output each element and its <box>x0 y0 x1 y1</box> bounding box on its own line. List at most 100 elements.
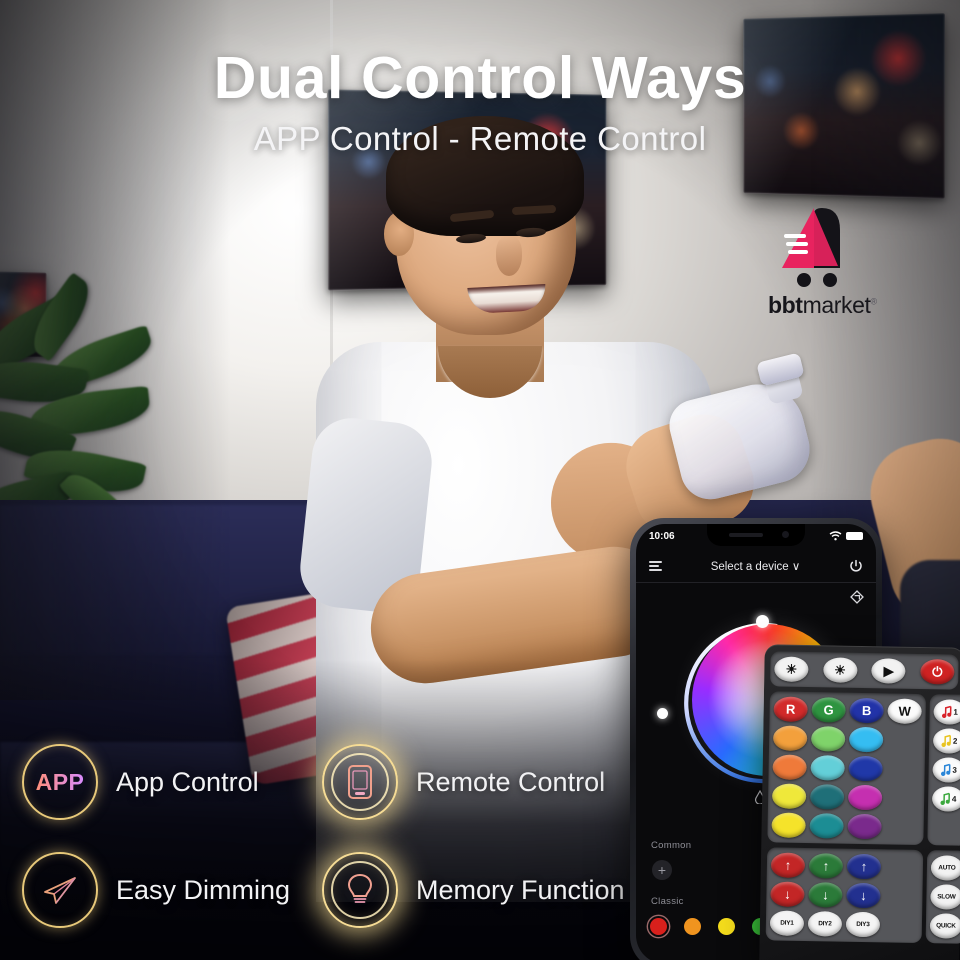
remote-color-row <box>772 725 921 753</box>
remote-button-quick[interactable]: QUICK <box>929 913 960 939</box>
remote-button-color-2-2[interactable] <box>847 784 883 811</box>
brand-name-light: market <box>802 292 871 318</box>
remote-rgbw-row: RGBW <box>773 696 922 725</box>
cart-logo-icon <box>782 208 840 287</box>
common-section-label: Common <box>651 840 692 851</box>
remote-button-red[interactable]: R <box>773 696 808 723</box>
paper-plane-icon <box>44 877 76 904</box>
app-text-badge: APP <box>35 768 85 795</box>
remote-color-pad: RGBW <box>767 691 926 846</box>
classic-swatch[interactable] <box>718 918 735 935</box>
subheadline: APP Control - Remote Control <box>253 120 707 157</box>
classic-swatch-row <box>650 918 769 935</box>
remote-button-brightness-down[interactable]: ☀ <box>822 657 858 683</box>
feature-easy-dimming[interactable]: Easy Dimming <box>22 852 290 928</box>
classic-swatch[interactable] <box>650 918 667 935</box>
remote-button-color-0-0[interactable] <box>772 725 808 752</box>
battery-icon <box>846 532 863 540</box>
remote-button-blue-up[interactable]: ↑ <box>846 853 882 880</box>
phone-notch <box>707 524 805 546</box>
lightbulb-icon <box>347 873 373 903</box>
headline: Dual Control Ways <box>213 45 747 111</box>
remote-button-music-2[interactable]: 2 <box>932 728 960 754</box>
remote-button-slow[interactable]: SLOW <box>930 884 960 910</box>
remote-button-diy3[interactable]: DIY3 <box>845 911 881 938</box>
remote-color-row <box>771 783 920 811</box>
remote-arrow-down-row: ↓ ↓ ↓ <box>770 881 918 909</box>
remote-music-row: 4 <box>931 786 960 812</box>
remote-music-row: 2 <box>932 728 960 754</box>
feature-memory-function[interactable]: Memory Function <box>322 852 625 928</box>
remote-button-color-0-1[interactable] <box>810 726 846 752</box>
remote-button-color-2-0[interactable] <box>771 783 807 810</box>
remote-button-blue-down[interactable]: ↓ <box>846 882 881 909</box>
diamond-rotate-icon[interactable] <box>850 590 864 604</box>
trademark-symbol: ® <box>870 296 877 307</box>
remote-button-color-3-0[interactable] <box>771 812 806 839</box>
device-selector-label: Select a device <box>710 561 789 573</box>
brand-name-bold: bbt <box>768 292 803 318</box>
remote-button-music-1[interactable]: 1 <box>933 699 960 725</box>
feature-icon-ring <box>22 852 98 928</box>
feature-app-control[interactable]: APP App Control <box>22 744 259 820</box>
remote-button-green-down[interactable]: ↓ <box>808 882 843 908</box>
remote-button-color-2-1[interactable] <box>809 784 845 810</box>
remote-button-red-down[interactable]: ↓ <box>770 881 805 908</box>
remote-button-color-1-1[interactable] <box>810 755 845 781</box>
remote-arrow-pad: ↑ ↑ ↑ ↓ ↓ ↓ DIY1 DIY2 DIY3 <box>765 847 924 944</box>
remote-music-row: 1 <box>933 699 960 725</box>
remote-button-diy2[interactable]: DIY2 <box>807 911 843 937</box>
remote-color-row <box>772 754 920 782</box>
feature-icon-ring <box>322 852 398 928</box>
feature-icon-ring <box>322 744 398 820</box>
remote-button-green-up[interactable]: ↑ <box>808 853 844 879</box>
remote-button-color-3-1[interactable] <box>809 813 844 839</box>
feature-label: Easy Dimming <box>116 874 291 905</box>
remote-button-green[interactable]: G <box>811 697 846 723</box>
remote-lower-split: ↑ ↑ ↑ ↓ ↓ ↓ DIY1 DIY2 DIY3 AUTO SLOW QUICK <box>765 847 960 944</box>
remote-button-brightness-up[interactable]: ☀ <box>774 656 809 683</box>
remote-button-color-1-2[interactable] <box>848 755 883 782</box>
remote-button-color-3-2[interactable] <box>847 813 882 840</box>
remote-top-row: ☀ ☀ ▶ ⏻ <box>774 656 955 685</box>
remote-diy-row: DIY1 DIY2 DIY3 <box>769 910 918 938</box>
remote-music-row: 3 <box>932 757 960 783</box>
classic-section-label: Classic <box>651 896 684 907</box>
remote-button-red-up[interactable]: ↑ <box>770 852 806 879</box>
color-wheel-handle[interactable] <box>756 615 769 628</box>
feature-icon-ring: APP <box>22 744 98 820</box>
remote-mode-pad: AUTO SLOW QUICK <box>925 850 960 944</box>
chevron-down-icon: ∨ <box>791 561 801 573</box>
nose <box>496 236 522 276</box>
brightness-slider-handle[interactable] <box>657 708 668 719</box>
add-color-button[interactable]: + <box>652 860 672 880</box>
remote-button-music-4[interactable]: 4 <box>931 786 960 812</box>
remote-button-diy1[interactable]: DIY1 <box>769 910 805 937</box>
remote-button-white[interactable]: W <box>887 698 922 725</box>
promo-image: Dual Control Ways APP Control - Remote C… <box>0 0 960 960</box>
remote-button-play-pause[interactable]: ▶ <box>871 658 906 684</box>
remote-mode-row: QUICK <box>929 913 960 939</box>
remote-button-blue[interactable]: B <box>849 697 884 724</box>
hamburger-icon[interactable] <box>649 561 662 571</box>
classic-swatch[interactable] <box>684 918 701 935</box>
device-selector[interactable]: Select a device ∨ <box>711 559 801 573</box>
remote-color-row <box>771 812 919 840</box>
brand-logo: bbtmarket® <box>768 206 938 324</box>
feature-label: App Control <box>116 766 259 797</box>
power-icon[interactable] <box>849 559 863 573</box>
wifi-icon <box>829 531 842 541</box>
remote-button-auto[interactable]: AUTO <box>930 855 960 881</box>
app-toolbar: Select a device ∨ <box>636 550 876 582</box>
brand-wordmark: bbtmarket® <box>768 292 938 319</box>
remote-button-power[interactable]: ⏻ <box>920 658 955 685</box>
feature-list: APP App Control Remote Control Easy Dimm… <box>22 744 642 944</box>
remote-icon <box>348 765 372 799</box>
feature-remote-control[interactable]: Remote Control <box>322 744 605 820</box>
remote-mode-row: AUTO <box>930 855 960 881</box>
remote-music-pad: 1 2 3 4 <box>927 694 960 846</box>
remote-button-music-3[interactable]: 3 <box>932 757 960 783</box>
remote-mode-row: SLOW <box>930 884 960 910</box>
remote-button-color-0-2[interactable] <box>848 726 884 753</box>
remote-button-color-1-0[interactable] <box>772 754 807 781</box>
